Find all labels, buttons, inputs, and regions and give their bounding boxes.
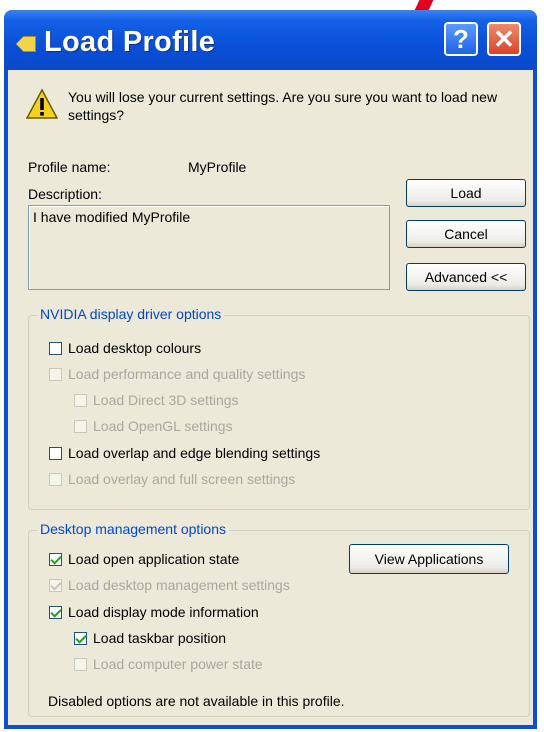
- checkbox-label: Load taskbar position: [93, 630, 227, 646]
- window-icon: [16, 36, 36, 52]
- checkbox-load-direct3d: Load Direct 3D settings: [74, 392, 239, 408]
- nvidia-options-group: NVIDIA display driver options Load deskt…: [28, 306, 530, 510]
- checkbox-label: Load OpenGL settings: [93, 418, 233, 434]
- close-button[interactable]: ✕: [487, 22, 521, 56]
- description-label: Description:: [28, 186, 102, 202]
- window-title: Load Profile: [44, 26, 216, 58]
- checkbox-label: Load performance and quality settings: [68, 366, 306, 382]
- dialog-body: You will lose your current settings. Are…: [8, 70, 533, 725]
- checkbox-box: [49, 472, 62, 486]
- desktop-management-legend: Desktop management options: [37, 521, 229, 537]
- checkbox-box[interactable]: [49, 552, 62, 566]
- view-applications-button[interactable]: View Applications: [349, 544, 509, 574]
- checkbox-load-desktop-colours[interactable]: Load desktop colours: [49, 340, 201, 356]
- checkbox-load-opengl: Load OpenGL settings: [74, 418, 233, 434]
- nvidia-options-legend: NVIDIA display driver options: [37, 306, 225, 322]
- title-bar[interactable]: Load Profile ? ✕: [4, 10, 537, 70]
- checkbox-load-overlay-fullscreen: Load overlay and full screen settings: [49, 471, 295, 487]
- checkbox-box[interactable]: [49, 446, 62, 460]
- checkbox-load-overlap-edge-blending[interactable]: Load overlap and edge blending settings: [49, 445, 320, 461]
- checkbox-label: Load overlap and edge blending settings: [68, 445, 321, 461]
- checkbox-load-open-application-state[interactable]: Load open application state: [49, 551, 239, 567]
- checkbox-label: Load display mode information: [68, 604, 259, 620]
- checkbox-load-taskbar-position[interactable]: Load taskbar position: [74, 630, 226, 646]
- checkbox-load-performance-quality: Load performance and quality settings: [49, 366, 305, 382]
- warning-icon: [26, 88, 58, 119]
- checkbox-box[interactable]: [49, 341, 62, 355]
- profile-name-label: Profile name:: [28, 159, 111, 175]
- checkbox-label: Load desktop colours: [68, 340, 202, 356]
- checkbox-load-computer-power-state: Load computer power state: [74, 656, 263, 672]
- checkbox-label: Load open application state: [68, 551, 240, 567]
- checkbox-load-display-mode[interactable]: Load display mode information: [49, 604, 259, 620]
- checkbox-box: [49, 578, 62, 592]
- checkbox-label: Load overlay and full screen settings: [68, 471, 296, 487]
- disabled-options-note: Disabled options are not available in th…: [48, 693, 345, 709]
- checkbox-box: [74, 419, 87, 433]
- checkbox-box: [49, 367, 62, 381]
- checkbox-label: Load Direct 3D settings: [93, 392, 239, 408]
- help-button[interactable]: ?: [444, 22, 478, 56]
- load-button[interactable]: Load: [406, 179, 526, 207]
- help-icon: ?: [453, 23, 469, 54]
- warning-message: You will lose your current settings. Are…: [68, 89, 498, 123]
- checkbox-label: Load desktop management settings: [68, 577, 290, 593]
- checkbox-label: Load computer power state: [93, 656, 263, 672]
- advanced-button[interactable]: Advanced <<: [406, 263, 526, 291]
- description-field[interactable]: I have modified MyProfile: [28, 205, 390, 290]
- desktop-management-group: Desktop management options Load open app…: [28, 521, 530, 717]
- checkbox-box[interactable]: [74, 631, 87, 645]
- checkbox-box[interactable]: [49, 605, 62, 619]
- close-icon: ✕: [493, 23, 515, 54]
- checkbox-box: [74, 393, 87, 407]
- checkbox-box: [74, 657, 87, 671]
- profile-name-value: MyProfile: [188, 159, 247, 175]
- cancel-button[interactable]: Cancel: [406, 220, 526, 248]
- checkbox-load-desktop-management: Load desktop management settings: [49, 577, 290, 593]
- load-profile-dialog: Load Profile ? ✕ You will lose your curr…: [4, 10, 537, 729]
